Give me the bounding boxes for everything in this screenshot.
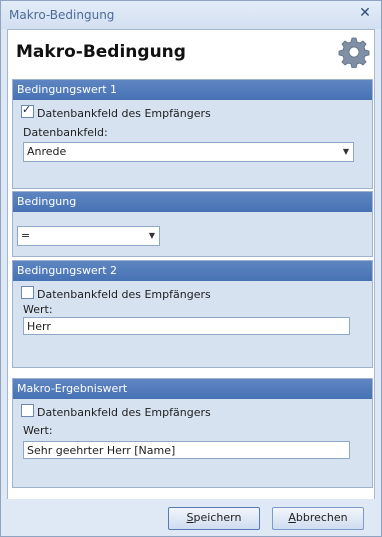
close-icon[interactable]: ✕ <box>358 6 372 20</box>
field-label: Datenbankfeld: <box>23 126 108 139</box>
dialog-footer: Speichern Abbrechen <box>1 499 381 536</box>
ergebniswert-input[interactable]: Sehr geehrter Herr [Name] <box>23 441 350 459</box>
checkbox-row[interactable]: Datenbankfeld des Empfängers <box>21 286 211 301</box>
checkbox-label: Datenbankfeld des Empfängers <box>37 406 211 419</box>
value-label: Wert: <box>23 424 53 437</box>
save-hotkey: S <box>186 511 194 524</box>
section-header: Bedingungswert 1 <box>13 80 372 100</box>
page-title: Makro-Bedingung <box>16 42 186 62</box>
checkbox-label: Datenbankfeld des Empfängers <box>37 107 211 120</box>
checkbox-label: Datenbankfeld des Empfängers <box>37 288 211 301</box>
section-header: Bedingungswert 2 <box>13 261 372 281</box>
save-button[interactable]: Speichern <box>168 507 260 530</box>
section-header: Bedingung <box>13 192 372 212</box>
datenbankfeld-dropdown[interactable]: Anrede ▼ <box>23 142 354 162</box>
empfaenger-checkbox[interactable] <box>21 103 34 118</box>
dropdown-value: = <box>21 229 31 242</box>
cancel-button[interactable]: Abbrechen <box>272 507 364 530</box>
cancel-hotkey: A <box>288 511 296 524</box>
checkbox-row[interactable]: Datenbankfeld des Empfängers <box>21 404 211 419</box>
chevron-down-icon: ▼ <box>148 231 155 240</box>
title-bar[interactable]: Makro-Bedingung ✕ <box>1 1 381 29</box>
value-label: Wert: <box>23 303 53 316</box>
dialog-content: Makro-Bedingung Bedingungswert 1 Datenba… <box>7 29 375 500</box>
empfaenger-checkbox[interactable] <box>21 286 34 299</box>
dialog-header: Makro-Bedingung <box>8 30 374 74</box>
dropdown-value: Anrede <box>27 145 67 158</box>
window-title: Makro-Bedingung <box>9 8 115 22</box>
dialog-window: Makro-Bedingung ✕ Makro-Bedingung Beding… <box>0 0 382 537</box>
cancel-label: bbrechen <box>295 511 348 524</box>
wert-input[interactable]: Herr <box>23 317 350 335</box>
section-bedingung: Bedingung = ▼ <box>12 191 373 257</box>
section-header: Makro-Ergebniswert <box>13 379 372 399</box>
gear-icon <box>338 37 370 68</box>
chevron-down-icon: ▼ <box>342 147 349 156</box>
empfaenger-checkbox[interactable] <box>21 404 34 417</box>
save-label: peichern <box>193 511 242 524</box>
section-makro-ergebniswert: Makro-Ergebniswert Datenbankfeld des Emp… <box>12 378 373 488</box>
operator-dropdown[interactable]: = ▼ <box>17 226 160 246</box>
section-bedingungswert-2: Bedingungswert 2 Datenbankfeld des Empfä… <box>12 260 373 368</box>
checkbox-row[interactable]: Datenbankfeld des Empfängers <box>21 103 211 120</box>
section-bedingungswert-1: Bedingungswert 1 Datenbankfeld des Empfä… <box>12 79 373 189</box>
